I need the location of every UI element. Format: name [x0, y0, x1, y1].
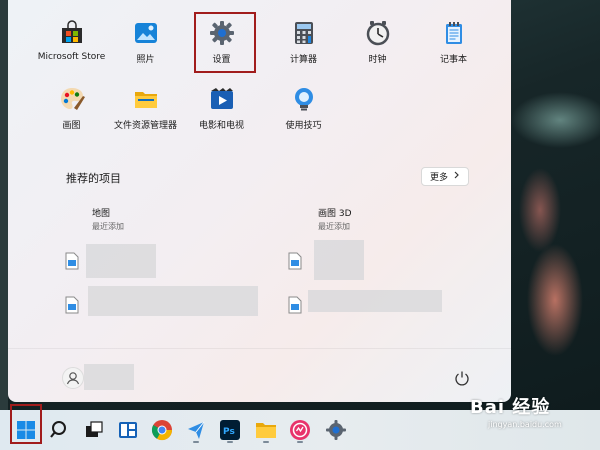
app-label: 计算器: [289, 55, 317, 65]
app-label: 照片: [136, 55, 155, 65]
recommended-item-paint3d[interactable]: 画图 3D 最近添加: [318, 206, 352, 232]
app-file-explorer[interactable]: 文件资源管理器: [108, 86, 183, 146]
settings-gear-icon: [326, 420, 346, 440]
app-label: 使用技巧: [285, 121, 322, 131]
clock-icon: [365, 20, 391, 46]
watermark-url: jingyan.baidu.com: [488, 420, 562, 429]
taskbar-photoshop[interactable]: Ps: [218, 418, 242, 442]
recommended-title: 推荐的项目: [66, 172, 121, 185]
recommended-item-sub: 最近添加: [92, 222, 124, 231]
svg-text:Ps: Ps: [223, 427, 235, 437]
task-view-icon: [86, 421, 103, 437]
app-microsoft-store[interactable]: Microsoft Store: [34, 20, 109, 80]
pinned-apps-grid: Microsoft Store 照片 设置 计算器 时钟 记事本 画图 文件资源…: [8, 0, 511, 160]
taskbar-feishu[interactable]: [184, 418, 208, 442]
blurred-file-name[interactable]: [308, 290, 442, 312]
power-button[interactable]: [453, 369, 471, 387]
search-icon: [50, 421, 66, 438]
app-label: 文件资源管理器: [113, 121, 177, 131]
taskbar-chrome[interactable]: [150, 418, 174, 442]
blurred-user-name[interactable]: [84, 364, 134, 390]
calculator-icon: [291, 20, 317, 46]
app-label: Microsoft Store: [37, 52, 106, 62]
chrome-icon: [151, 420, 173, 441]
image-file-icon: [288, 296, 302, 314]
pink-app-icon: [290, 420, 310, 440]
app-clock[interactable]: 时钟: [340, 20, 415, 80]
start-menu: Microsoft Store 照片 设置 计算器 时钟 记事本 画图 文件资源…: [8, 0, 511, 402]
file-explorer-icon: [133, 86, 159, 112]
running-indicator: [227, 441, 233, 443]
app-movies-tv[interactable]: 电影和电视: [184, 86, 259, 146]
start-highlight-annotation: [10, 404, 42, 444]
more-button-label: 更多: [429, 173, 448, 183]
paper-plane-icon: [188, 421, 205, 439]
app-paint[interactable]: 画图: [34, 86, 109, 146]
recommended-item-name: 画图 3D: [318, 209, 352, 219]
microsoft-store-icon: [59, 20, 85, 46]
recommended-item-maps[interactable]: 地图 最近添加: [92, 206, 124, 232]
taskbar-file-explorer[interactable]: [254, 418, 278, 442]
app-notepad[interactable]: 记事本: [416, 20, 491, 80]
taskbar-search[interactable]: [48, 418, 72, 442]
movies-tv-icon: [209, 86, 235, 112]
power-icon: [455, 371, 469, 386]
app-label: 电影和电视: [198, 121, 244, 131]
app-label: 时钟: [368, 55, 387, 65]
notepad-icon: [441, 20, 467, 46]
app-calculator[interactable]: 计算器: [266, 20, 341, 80]
tips-icon: [291, 86, 317, 112]
taskbar-app-pink[interactable]: [288, 418, 312, 442]
image-file-icon: [65, 252, 79, 270]
app-label: 记事本: [439, 55, 467, 65]
taskbar-widgets[interactable]: [116, 418, 140, 442]
running-indicator: [297, 441, 303, 443]
app-photos[interactable]: 照片: [108, 20, 183, 80]
desktop-edge: [0, 0, 8, 410]
watermark-brand: Bai 经验: [470, 397, 551, 418]
photos-icon: [133, 20, 159, 46]
blurred-file-name[interactable]: [314, 240, 364, 280]
user-icon: [66, 372, 80, 385]
settings-highlight-annotation: [194, 12, 256, 73]
running-indicator: [193, 441, 199, 443]
widgets-icon: [119, 422, 137, 438]
taskbar-task-view[interactable]: [82, 418, 106, 442]
chevron-right-icon: [454, 171, 460, 182]
recommended-item-name: 地图: [92, 209, 111, 219]
taskbar-settings[interactable]: [324, 418, 348, 442]
image-file-icon: [65, 296, 79, 314]
app-tips[interactable]: 使用技巧: [266, 86, 341, 146]
running-indicator: [263, 441, 269, 443]
photoshop-icon: Ps: [220, 420, 240, 440]
folder-icon: [256, 423, 276, 438]
recommended-item-sub: 最近添加: [318, 222, 350, 231]
paint-icon: [59, 86, 85, 112]
blurred-file-name[interactable]: [88, 286, 258, 316]
more-button[interactable]: 更多: [421, 167, 469, 186]
image-file-icon: [288, 252, 302, 270]
app-label: 画图: [62, 121, 81, 131]
blurred-file-name[interactable]: [86, 244, 156, 278]
user-avatar[interactable]: [62, 367, 84, 389]
